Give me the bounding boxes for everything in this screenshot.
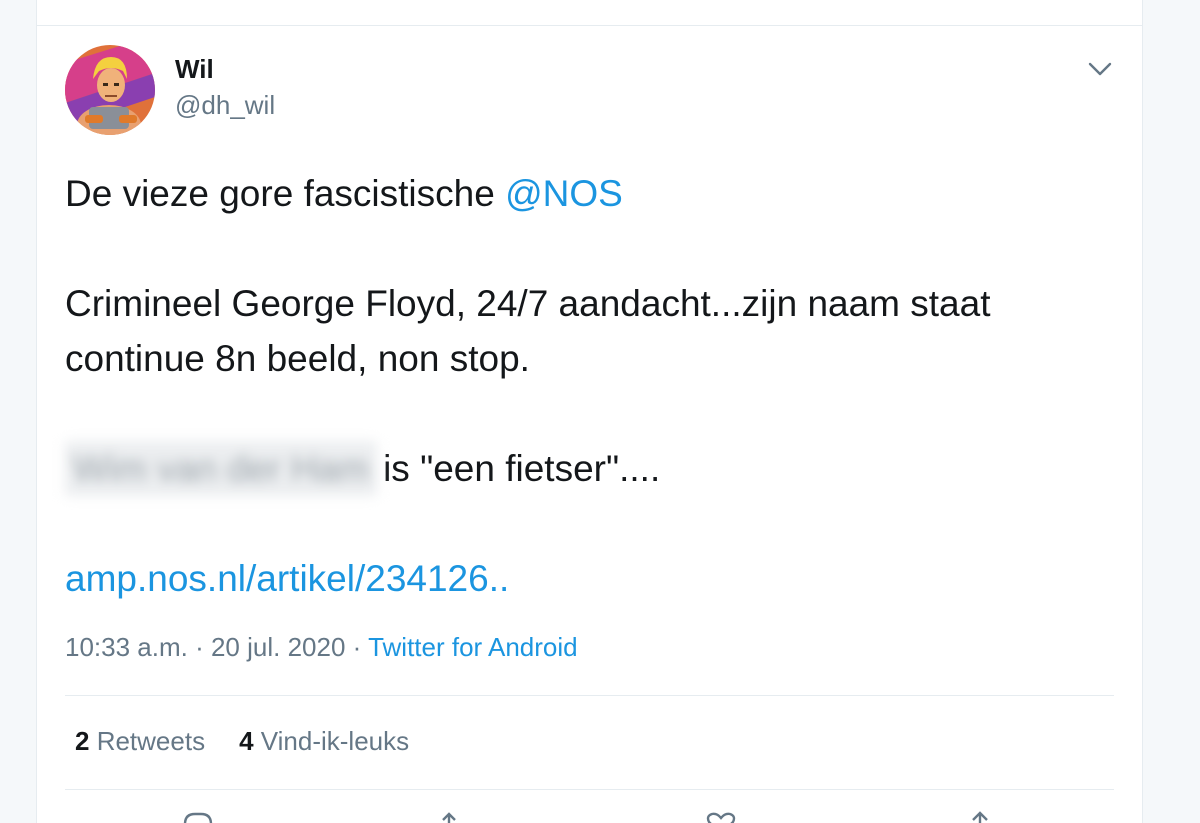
- heart-icon[interactable]: [704, 810, 738, 823]
- tweet-time[interactable]: 10:33 a.m.: [65, 632, 188, 662]
- tweet-paragraph-3: Wim van der Ham is "een fietser"....: [65, 441, 1115, 496]
- reply-icon[interactable]: [181, 810, 215, 823]
- article-link[interactable]: amp.nos.nl/artikel/234126..: [65, 558, 509, 599]
- retweet-icon[interactable]: [439, 810, 473, 823]
- user-handle[interactable]: @dh_wil: [175, 90, 275, 121]
- divider: [65, 695, 1114, 696]
- meta-separator: ·: [187, 632, 211, 662]
- tweet-text-part: De vieze gore fascistische: [65, 173, 506, 214]
- top-divider: [37, 25, 1142, 26]
- display-name[interactable]: Wil: [175, 54, 214, 85]
- blurred-name: Wim van der Ham: [65, 441, 378, 496]
- page: Wil @dh_wil De vieze gore fascistische @…: [0, 0, 1200, 823]
- cartoon-hero-avatar-icon: [65, 45, 155, 135]
- tweet-meta: 10:33 a.m. · 20 jul. 2020 · Twitter for …: [65, 632, 578, 663]
- tweet-paragraph-2: Crimineel George Floyd, 24/7 aandacht...…: [65, 283, 991, 379]
- tweet-text-part: is "een fietser"....: [383, 448, 661, 489]
- tweet-source[interactable]: Twitter for Android: [368, 632, 578, 662]
- tweet-text: De vieze gore fascistische @NOS Criminee…: [65, 166, 1115, 606]
- tweet-line-1: De vieze gore fascistische @NOS: [65, 166, 1115, 221]
- share-icon[interactable]: [963, 810, 997, 823]
- meta-separator: ·: [345, 632, 369, 662]
- tweet-date[interactable]: 20 jul. 2020: [211, 632, 345, 662]
- tweet-stats: 2 Retweets 4 Vind-ik-leuks: [75, 726, 409, 757]
- chevron-down-icon[interactable]: [1087, 56, 1113, 82]
- divider: [65, 789, 1114, 790]
- tweet-card: Wil @dh_wil De vieze gore fascistische @…: [36, 0, 1143, 823]
- mention-link[interactable]: @NOS: [505, 173, 623, 214]
- avatar[interactable]: [65, 45, 155, 135]
- retweets-stat[interactable]: 2 Retweets: [75, 726, 205, 756]
- likes-stat[interactable]: 4 Vind-ik-leuks: [239, 726, 409, 756]
